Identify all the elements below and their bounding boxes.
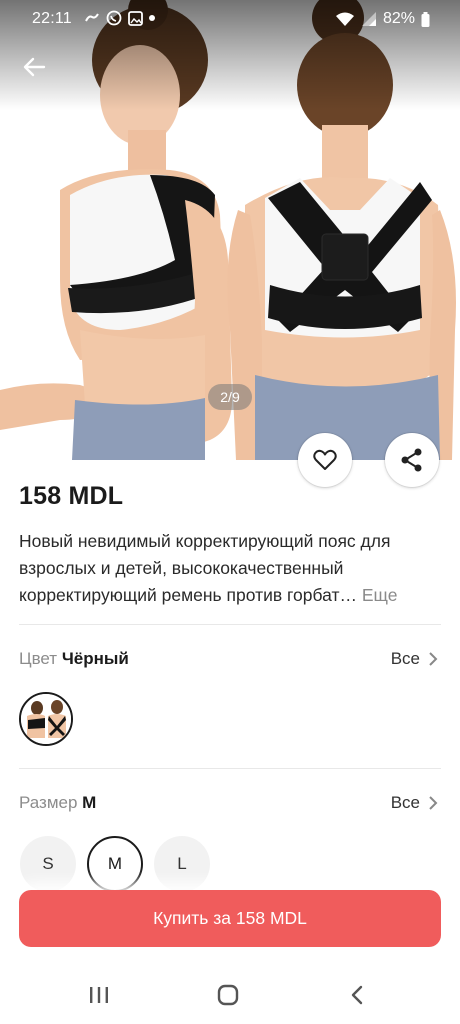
color-label: Цвет	[19, 649, 58, 668]
description-text: Новый невидимый корректирующий пояс для …	[19, 531, 391, 605]
nav-back-button[interactable]	[342, 982, 372, 1008]
nav-home-button[interactable]	[213, 982, 243, 1008]
heart-icon	[313, 449, 337, 470]
color-thumbnail-image	[21, 694, 71, 744]
product-price: 158 MDL	[19, 482, 124, 510]
more-link[interactable]: Еще	[362, 585, 398, 605]
size-value: M	[82, 793, 97, 812]
favorite-button[interactable]	[298, 433, 352, 487]
size-all-label: Все	[390, 793, 420, 812]
home-icon	[217, 984, 239, 1006]
battery-icon	[421, 11, 430, 27]
product-gallery[interactable]: 22:11 82% 2/9	[0, 0, 460, 460]
back-icon	[351, 985, 363, 1005]
nav-recents-button[interactable]	[84, 982, 114, 1008]
viber-icon	[106, 10, 122, 26]
system-nav-bar	[0, 962, 460, 1024]
size-all-link[interactable]: Все	[391, 793, 438, 813]
status-right-icons: 82%	[335, 10, 430, 28]
product-screen: 22:11 82% 2/9 158 MDL Новый невидимый ко…	[0, 0, 460, 1024]
battery-level: 82%	[382, 10, 415, 27]
color-all-link[interactable]: Все	[391, 649, 438, 669]
back-button[interactable]	[18, 50, 52, 84]
color-value: Чёрный	[61, 649, 129, 668]
size-option-l[interactable]: L	[154, 836, 210, 892]
divider	[19, 768, 441, 769]
size-label: Размер	[19, 793, 78, 812]
product-description[interactable]: Новый невидимый корректирующий пояс для …	[19, 528, 443, 609]
status-time: 22:11	[32, 10, 72, 27]
dot-icon	[149, 15, 155, 21]
gallery-notification-icon	[128, 10, 143, 26]
buy-button[interactable]: Купить за 158 MDL	[19, 890, 441, 947]
divider	[19, 624, 441, 625]
chevron-right-icon	[429, 796, 438, 810]
missed-call-icon	[85, 13, 99, 22]
size-option-m[interactable]: M	[87, 836, 143, 892]
signal-icon	[361, 12, 376, 26]
share-icon	[401, 448, 422, 472]
chevron-right-icon	[429, 652, 438, 666]
color-option-black[interactable]	[19, 692, 73, 746]
size-option-s[interactable]: S	[20, 836, 76, 892]
color-all-label: Все	[390, 649, 420, 668]
size-row-label: Размер M	[19, 793, 96, 813]
arrow-left-icon	[23, 57, 46, 77]
image-counter: 2/9	[208, 384, 252, 410]
recents-icon	[90, 987, 108, 1003]
wifi-icon	[335, 12, 354, 26]
color-row-label: Цвет Чёрный	[19, 649, 129, 669]
share-button[interactable]	[385, 433, 439, 487]
status-left-icons	[84, 10, 155, 26]
status-bar: 22:11 82%	[0, 0, 460, 38]
